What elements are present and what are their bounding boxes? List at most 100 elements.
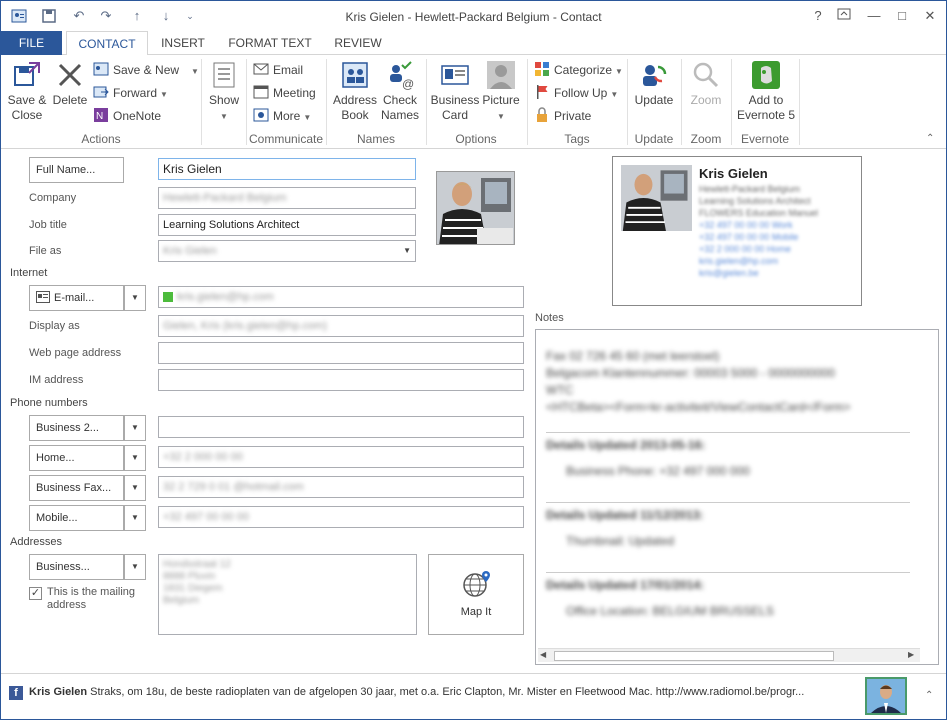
address-type-dropdown[interactable]: ▼ xyxy=(124,554,146,580)
delete-button[interactable]: Delete xyxy=(51,59,89,108)
help-button[interactable]: ? xyxy=(807,7,829,25)
phone-business2-button[interactable]: Business 2... xyxy=(29,415,124,441)
notes-label: Notes xyxy=(535,312,564,324)
group-label-options: Options xyxy=(455,132,497,146)
address-book-button[interactable]: Address Book xyxy=(331,59,379,123)
globe-pin-icon xyxy=(463,571,490,597)
save-close-icon xyxy=(14,62,40,86)
phone-mobile-field[interactable]: +32 497 00 00 00 xyxy=(158,506,524,528)
add-to-evernote-button[interactable]: Add to Evernote 5 xyxy=(735,59,797,123)
display-as-label: Display as xyxy=(29,320,80,332)
minimize-button[interactable]: — xyxy=(863,7,885,25)
categorize-button[interactable]: Categorize ▼ xyxy=(534,60,623,80)
tab-insert[interactable]: INSERT xyxy=(153,31,213,55)
tab-file[interactable]: FILE xyxy=(1,31,62,55)
scroll-right-icon[interactable]: ▶ xyxy=(908,650,914,659)
onenote-button[interactable]: N OneNote xyxy=(93,106,161,126)
notes-horizontal-scrollbar[interactable]: ◀ ▶ xyxy=(538,648,920,662)
internet-section-label: Internet xyxy=(10,267,48,279)
window-title: Kris Gielen - Hewlett-Packard Belgium - … xyxy=(345,10,602,24)
address-field[interactable]: Hondsstraat 12 8888 Pluvin 1831 Diegem B… xyxy=(158,554,417,635)
phone-home-button[interactable]: Home... xyxy=(29,445,124,471)
title-bar: ↶ ↷ ↑ ↓ ⌄ Kris Gielen - Hewlett-Packard … xyxy=(1,1,946,31)
presence-icon xyxy=(163,292,173,302)
magnifier-icon xyxy=(693,62,719,88)
job-title-field[interactable]: Learning Solutions Architect xyxy=(158,214,416,236)
chevron-down-icon: ▼ xyxy=(403,246,411,255)
business-card-button[interactable]: Business Card xyxy=(430,59,480,123)
collapse-ribbon-icon[interactable]: ⌃ xyxy=(926,133,934,144)
mailing-address-checkbox[interactable]: ✓ xyxy=(29,587,42,600)
file-as-label: File as xyxy=(29,245,62,257)
show-icon xyxy=(213,62,235,88)
lock-icon xyxy=(537,107,547,122)
more-button[interactable]: More ▼ xyxy=(253,106,311,126)
tab-contact[interactable]: CONTACT xyxy=(66,31,148,56)
phone-business2-field[interactable] xyxy=(158,416,524,438)
group-label-zoom: Zoom xyxy=(690,132,722,146)
people-avatar[interactable] xyxy=(865,677,907,715)
phone-mobile-dropdown[interactable]: ▼ xyxy=(124,505,146,531)
file-as-select[interactable]: Kris Gielen ▼ xyxy=(158,240,416,262)
phone-home-field[interactable]: +32 2 000 00 00 xyxy=(158,446,524,468)
email-button[interactable]: Email xyxy=(253,60,303,80)
check-names-button[interactable]: @ Check Names xyxy=(379,59,421,123)
full-name-button[interactable]: Full Name... xyxy=(29,157,124,183)
company-label: Company xyxy=(29,192,77,204)
follow-up-button[interactable]: Follow Up ▼ xyxy=(534,83,618,103)
phone-business-fax-button[interactable]: Business Fax... xyxy=(29,475,124,501)
forward-button[interactable]: Forward ▼ xyxy=(93,83,168,103)
display-as-field[interactable]: Gielen, Kris (kris.gielen@hp.com) xyxy=(158,315,524,337)
svg-text:@: @ xyxy=(402,77,414,91)
tab-format-text[interactable]: FORMAT TEXT xyxy=(220,31,320,55)
picture-icon xyxy=(487,61,515,89)
update-button[interactable]: Update xyxy=(631,59,677,108)
ribbon-tabs: FILE CONTACT INSERT FORMAT TEXT REVIEW xyxy=(1,31,946,56)
group-label-communicate: Communicate xyxy=(248,132,324,146)
email-type-button[interactable]: E-mail... xyxy=(29,285,124,311)
email-field[interactable]: kris.gielen@hp.com xyxy=(158,286,524,308)
phone-business-fax-field[interactable]: 32 2 729 0 01 @hotmail.com xyxy=(158,476,524,498)
scroll-left-icon[interactable]: ◀ xyxy=(540,650,546,659)
facebook-icon: f xyxy=(9,686,23,700)
notes-editor[interactable]: Fax 02 726 45 60 (met leerstoel) Belgaco… xyxy=(535,329,939,665)
picture-button[interactable]: Picture ▼ xyxy=(481,59,521,124)
social-name[interactable]: Kris Gielen xyxy=(29,686,87,698)
phone-business2-dropdown[interactable]: ▼ xyxy=(124,415,146,441)
email-icon xyxy=(253,63,269,75)
phone-business-fax-dropdown[interactable]: ▼ xyxy=(124,475,146,501)
business-card-preview[interactable]: Kris Gielen Hewlett-Packard Belgium Lear… xyxy=(612,156,862,306)
save-new-button[interactable]: Save & New ▼ xyxy=(93,60,199,80)
close-button[interactable]: ✕ xyxy=(919,7,941,25)
company-field[interactable]: Hewlett-Packard Belgium xyxy=(158,187,416,209)
web-page-label: Web page address xyxy=(29,347,122,359)
contact-photo[interactable] xyxy=(436,171,515,245)
people-pane: f Kris Gielen Straks, om 18u, de beste r… xyxy=(1,673,946,719)
email-type-dropdown[interactable]: ▼ xyxy=(124,285,146,311)
zoom-button[interactable]: Zoom xyxy=(685,59,727,108)
evernote-icon xyxy=(752,61,780,89)
group-label-evernote: Evernote xyxy=(740,132,790,146)
address-type-button[interactable]: Business... xyxy=(29,554,124,580)
ribbon-display-button[interactable] xyxy=(833,7,855,25)
save-close-button[interactable]: Save & Close xyxy=(5,59,49,123)
group-label-tags: Tags xyxy=(564,132,590,146)
show-button[interactable]: Show ▼ xyxy=(205,59,243,124)
job-title-label: Job title xyxy=(29,219,67,231)
maximize-button[interactable]: □ xyxy=(891,7,913,25)
map-it-button[interactable]: Map It xyxy=(428,554,524,635)
private-button[interactable]: Private xyxy=(534,106,591,126)
address-book-icon xyxy=(342,62,368,88)
phone-home-dropdown[interactable]: ▼ xyxy=(124,445,146,471)
phone-mobile-button[interactable]: Mobile... xyxy=(29,505,124,531)
full-name-field[interactable]: Kris Gielen xyxy=(158,158,416,180)
meeting-button[interactable]: Meeting xyxy=(253,83,316,103)
web-page-field[interactable] xyxy=(158,342,524,364)
group-label-update: Update xyxy=(634,132,674,146)
tab-review[interactable]: REVIEW xyxy=(328,31,388,55)
scrollbar-thumb[interactable] xyxy=(554,651,834,661)
im-address-field[interactable] xyxy=(158,369,524,391)
expand-people-pane-icon[interactable]: ⌃ xyxy=(925,690,933,701)
mailing-address-label: This is the mailing address xyxy=(47,586,136,611)
contact-photo-image xyxy=(437,172,514,244)
